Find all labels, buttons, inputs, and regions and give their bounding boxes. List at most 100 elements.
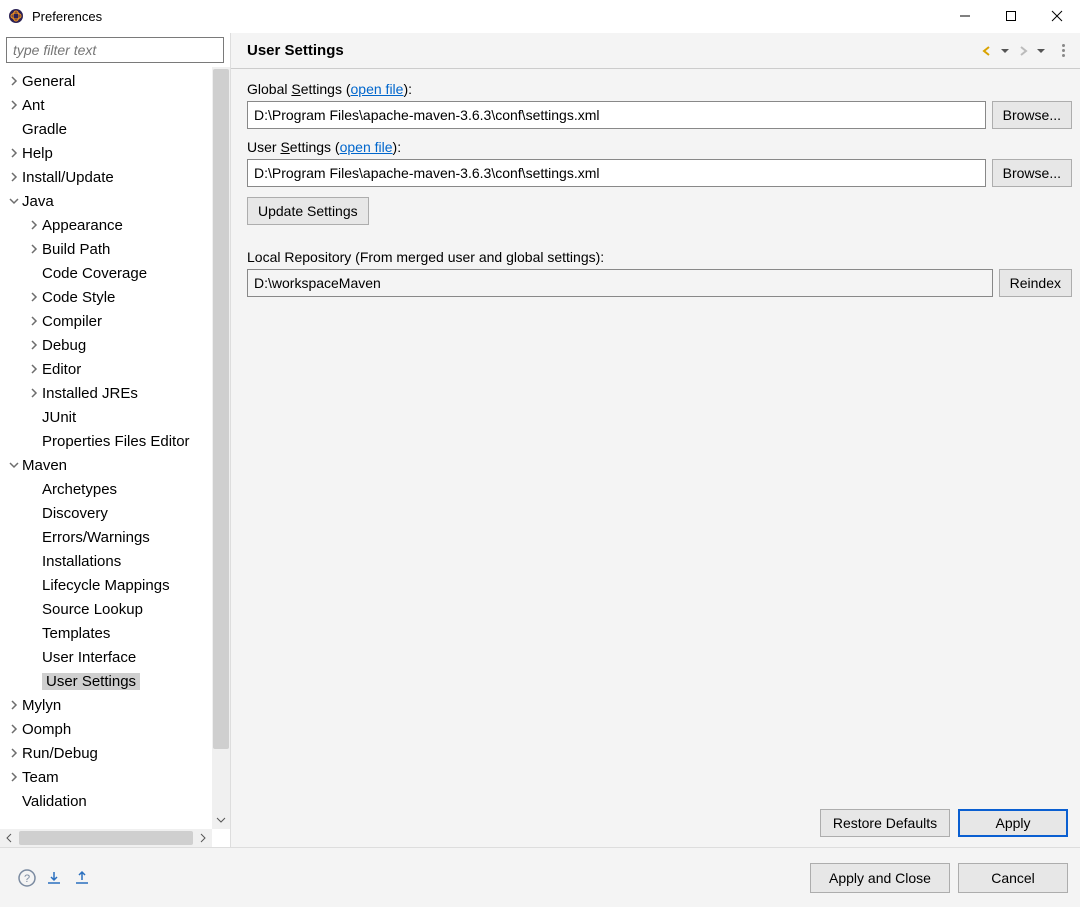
scrollbar-thumb[interactable] xyxy=(213,69,229,749)
twisty-collapsed-icon[interactable] xyxy=(6,724,22,734)
tree-item-compiler[interactable]: Compiler xyxy=(0,309,212,333)
tree-item-label: Archetypes xyxy=(42,481,117,498)
tree-item-build-path[interactable]: Build Path xyxy=(0,237,212,261)
tree-item-run-debug[interactable]: Run/Debug xyxy=(0,741,212,765)
cancel-button[interactable]: Cancel xyxy=(958,863,1068,893)
help-icon[interactable]: ? xyxy=(18,869,36,887)
tree-item-junit[interactable]: JUnit xyxy=(0,405,212,429)
titlebar: Preferences xyxy=(0,0,1080,32)
apply-and-close-button[interactable]: Apply and Close xyxy=(810,863,950,893)
tree-item-team[interactable]: Team xyxy=(0,765,212,789)
scroll-down-icon[interactable] xyxy=(212,811,230,829)
tree-item-editor[interactable]: Editor xyxy=(0,357,212,381)
history-back-icon[interactable] xyxy=(980,44,994,58)
maximize-button[interactable] xyxy=(988,0,1034,32)
twisty-collapsed-icon[interactable] xyxy=(6,748,22,758)
preferences-sidebar: General AntGradleHelp Install/Update Java Ap… xyxy=(0,33,230,847)
tree-item-label: Team xyxy=(22,769,59,786)
tree-item-install-update[interactable]: Install/Update xyxy=(0,165,212,189)
apply-button[interactable]: Apply xyxy=(958,809,1068,837)
local-repository-input xyxy=(247,269,993,297)
preferences-tree[interactable]: General AntGradleHelp Install/Update Java Ap… xyxy=(0,67,212,829)
history-forward-menu-icon[interactable] xyxy=(1034,44,1048,58)
twisty-collapsed-icon[interactable] xyxy=(26,316,42,326)
tree-item-general[interactable]: General xyxy=(0,69,212,93)
export-prefs-icon[interactable] xyxy=(74,869,92,887)
tree-item-validation[interactable]: Validation xyxy=(0,789,212,813)
tree-item-oomph[interactable]: Oomph xyxy=(0,717,212,741)
twisty-collapsed-icon[interactable] xyxy=(26,364,42,374)
tree-item-java[interactable]: Java xyxy=(0,189,212,213)
history-toolbar xyxy=(980,44,1068,58)
tree-item-mylyn[interactable]: Mylyn xyxy=(0,693,212,717)
restore-defaults-button[interactable]: Restore Defaults xyxy=(820,809,950,837)
tree-item-help[interactable]: Help xyxy=(0,141,212,165)
tree-item-lifecycle-mappings[interactable]: Lifecycle Mappings xyxy=(0,573,212,597)
tree-item-label: General xyxy=(22,73,75,90)
tree-item-user-settings[interactable]: User Settings xyxy=(0,669,212,693)
tree-item-errors-warnings[interactable]: Errors/Warnings xyxy=(0,525,212,549)
tree-item-label: User Settings xyxy=(42,673,140,690)
horizontal-scrollbar[interactable] xyxy=(0,829,212,847)
tree-item-code-coverage[interactable]: Code Coverage xyxy=(0,261,212,285)
global-browse-button[interactable]: Browse... xyxy=(992,101,1072,129)
close-button[interactable] xyxy=(1034,0,1080,32)
twisty-collapsed-icon[interactable] xyxy=(6,100,22,110)
import-prefs-icon[interactable] xyxy=(46,869,64,887)
history-back-menu-icon[interactable] xyxy=(998,44,1012,58)
twisty-expanded-icon[interactable] xyxy=(6,460,22,470)
vertical-scrollbar[interactable] xyxy=(212,67,230,829)
global-open-file-link[interactable]: open file xyxy=(351,81,404,97)
hscroll-thumb[interactable] xyxy=(19,831,193,845)
twisty-collapsed-icon[interactable] xyxy=(26,220,42,230)
update-settings-button[interactable]: Update Settings xyxy=(247,197,369,225)
twisty-collapsed-icon[interactable] xyxy=(6,148,22,158)
global-settings-input[interactable] xyxy=(247,101,986,129)
global-settings-label: Global Settings (open file): xyxy=(247,81,1072,97)
tree-item-label: Errors/Warnings xyxy=(42,529,150,546)
tree-item-label: Code Style xyxy=(42,289,115,306)
tree-item-properties-files-editor[interactable]: Properties Files Editor xyxy=(0,429,212,453)
reindex-button[interactable]: Reindex xyxy=(999,269,1072,297)
tree-item-gradle[interactable]: Gradle xyxy=(0,117,212,141)
scroll-left-icon[interactable] xyxy=(0,829,18,847)
tree-item-discovery[interactable]: Discovery xyxy=(0,501,212,525)
tree-item-appearance[interactable]: Appearance xyxy=(0,213,212,237)
twisty-collapsed-icon[interactable] xyxy=(26,340,42,350)
tree-item-label: Oomph xyxy=(22,721,71,738)
user-open-file-link[interactable]: open file xyxy=(340,139,393,155)
tree-item-code-style[interactable]: Code Style xyxy=(0,285,212,309)
minimize-button[interactable] xyxy=(942,0,988,32)
tree-item-ant[interactable]: Ant xyxy=(0,93,212,117)
tree-item-installations[interactable]: Installations xyxy=(0,549,212,573)
twisty-collapsed-icon[interactable] xyxy=(26,388,42,398)
twisty-collapsed-icon[interactable] xyxy=(26,244,42,254)
twisty-collapsed-icon[interactable] xyxy=(6,700,22,710)
filter-input[interactable] xyxy=(6,37,224,63)
tree-item-source-lookup[interactable]: Source Lookup xyxy=(0,597,212,621)
twisty-collapsed-icon[interactable] xyxy=(6,172,22,182)
tree-item-label: JUnit xyxy=(42,409,76,426)
tree-item-label: Mylyn xyxy=(22,697,61,714)
tree-item-maven[interactable]: Maven xyxy=(0,453,212,477)
window-title: Preferences xyxy=(32,9,102,24)
tree-item-label: Source Lookup xyxy=(42,601,143,618)
view-menu-icon[interactable] xyxy=(1058,44,1068,57)
tree-item-label: Java xyxy=(22,193,54,210)
twisty-collapsed-icon[interactable] xyxy=(6,76,22,86)
tree-item-user-interface[interactable]: User Interface xyxy=(0,645,212,669)
tree-item-installed-jres[interactable]: Installed JREs xyxy=(0,381,212,405)
user-browse-button[interactable]: Browse... xyxy=(992,159,1072,187)
tree-item-label: Install/Update xyxy=(22,169,114,186)
twisty-expanded-icon[interactable] xyxy=(6,196,22,206)
tree-item-label: Maven xyxy=(22,457,67,474)
user-settings-input[interactable] xyxy=(247,159,986,187)
tree-item-archetypes[interactable]: Archetypes xyxy=(0,477,212,501)
scroll-right-icon[interactable] xyxy=(194,829,212,847)
twisty-collapsed-icon[interactable] xyxy=(26,292,42,302)
tree-item-label: Lifecycle Mappings xyxy=(42,577,170,594)
history-forward-icon[interactable] xyxy=(1016,44,1030,58)
tree-item-debug[interactable]: Debug xyxy=(0,333,212,357)
twisty-collapsed-icon[interactable] xyxy=(6,772,22,782)
tree-item-templates[interactable]: Templates xyxy=(0,621,212,645)
